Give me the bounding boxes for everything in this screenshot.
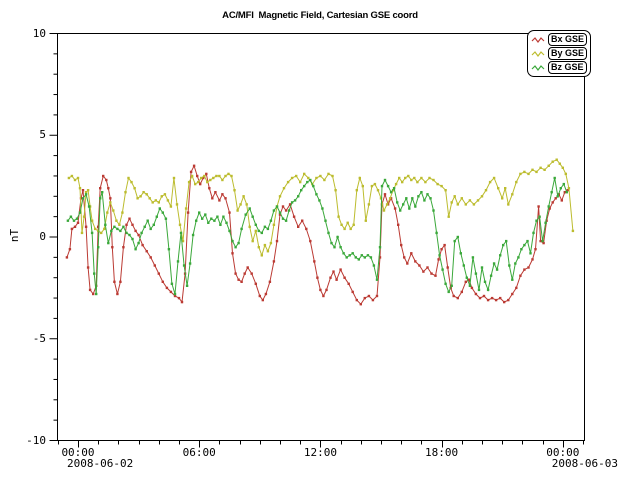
legend-item-bx: Bx GSE: [531, 33, 587, 46]
legend: Bx GSE By GSE Bz GSE: [527, 30, 591, 77]
legend-label-bz: Bz GSE: [548, 61, 587, 74]
legend-item-bz: Bz GSE: [531, 61, 587, 74]
legend-item-by: By GSE: [531, 47, 587, 60]
y-axis-label: nT: [8, 229, 21, 242]
by-line-sample-icon: [531, 49, 546, 59]
bz-line-sample-icon: [531, 63, 546, 73]
plot-window: AC/MFI Magnetic Field, Cartesian GSE coo…: [0, 0, 640, 480]
legend-label-by: By GSE: [548, 47, 587, 60]
legend-label-bx: Bx GSE: [548, 33, 587, 46]
bx-line-sample-icon: [531, 35, 546, 45]
